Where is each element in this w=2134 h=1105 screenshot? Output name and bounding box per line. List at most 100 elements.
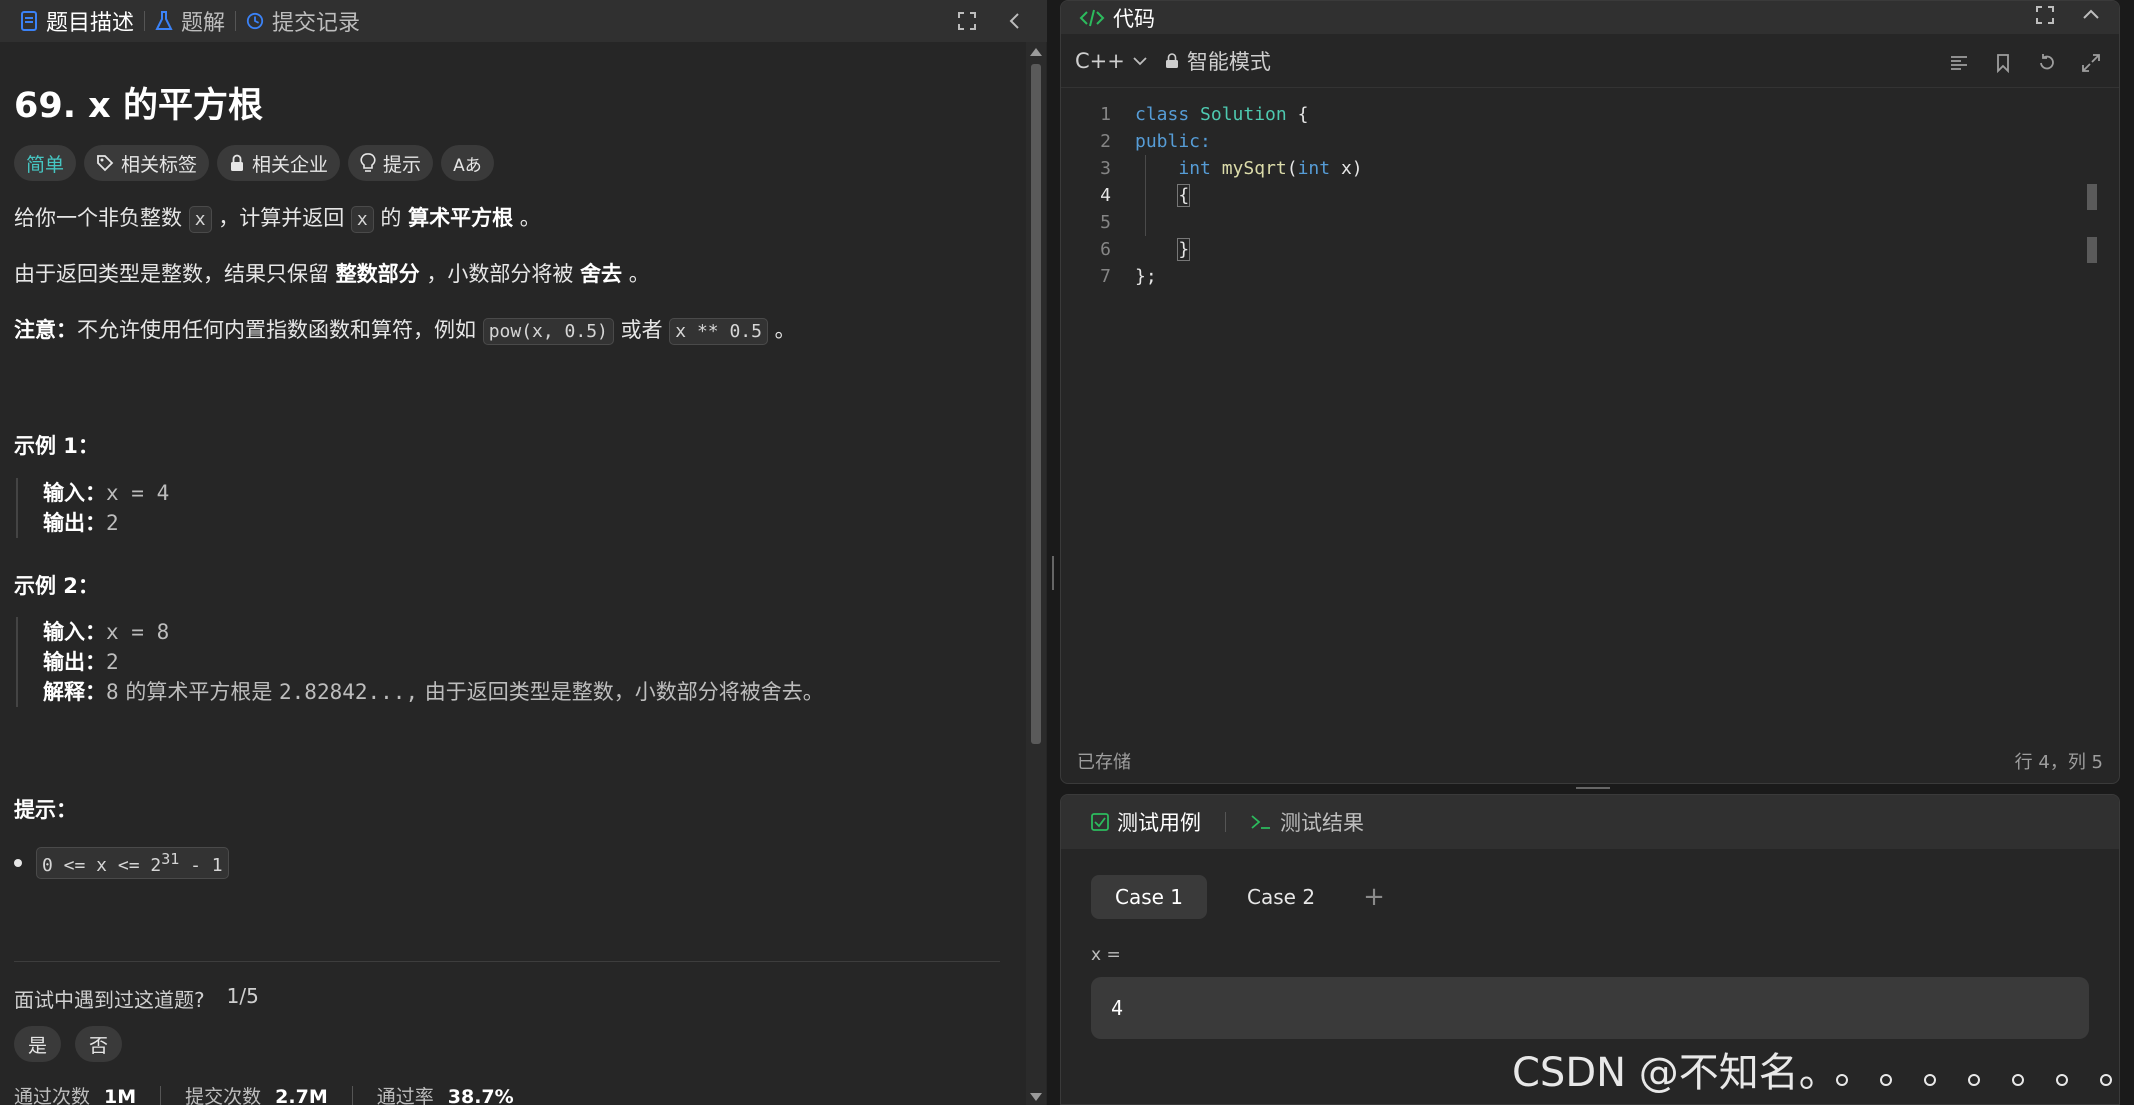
panel-actions <box>957 0 1025 42</box>
watermark-dot <box>1924 1074 1936 1086</box>
code-editor[interactable]: 1 class Solution { 2 public: 3 int mySqrt(… <box>1061 101 2101 721</box>
editor-scroll-marker[interactable] <box>2087 237 2097 263</box>
tab-testcases[interactable]: 测试用例 <box>1081 795 1211 849</box>
case-2-tab[interactable]: Case 2 <box>1223 875 1339 919</box>
scroll-down-arrow[interactable] <box>1030 1093 1042 1101</box>
input-value: x = 8 <box>106 620 170 644</box>
tab-submissions[interactable]: 提交记录 <box>236 0 370 42</box>
desc1-post: 。 <box>513 206 541 230</box>
input-label: 输入： <box>43 481 106 505</box>
fullscreen-icon[interactable] <box>2035 5 2055 25</box>
desc2-bold1: 整数部分 <box>335 262 420 286</box>
editor-actions <box>1949 53 2101 73</box>
desc1-mid: ，计算并返回 <box>211 206 351 230</box>
editor-scroll-marker[interactable] <box>2087 184 2097 210</box>
splitter-grip[interactable] <box>1052 556 1054 590</box>
hint-button[interactable]: 提示 <box>348 145 434 181</box>
explain-val: 2.82842..., <box>279 680 419 704</box>
constraint-code: 0 <= x <= 231 - 1 <box>36 847 229 879</box>
code-line: 6 } <box>1061 236 2101 263</box>
scrollbar-thumb[interactable] <box>1031 64 1041 744</box>
language-select[interactable]: C++ <box>1075 49 1147 73</box>
code-panel-header: 代码 <box>1061 1 2119 34</box>
explain-num: 8 <box>106 680 119 704</box>
code-text: } <box>1111 238 1191 261</box>
tab-solutions[interactable]: 题解 <box>145 0 235 42</box>
output-label: 输出： <box>43 511 106 535</box>
inline-code: x ** 0.5 <box>669 318 768 345</box>
explain-label: 解释： <box>43 680 106 704</box>
desc1-mid2: 的 <box>373 206 409 230</box>
code-panel-actions <box>2035 5 2101 25</box>
note-label: 注意： <box>14 318 77 342</box>
chevron-down-icon <box>1133 56 1147 65</box>
tab-divider <box>1225 812 1226 832</box>
tab-description[interactable]: 题目描述 <box>10 0 144 42</box>
desc2-pre: 由于返回类型是整数，结果只保留 <box>14 262 336 286</box>
code-line: 7}; <box>1061 263 2101 290</box>
note-mid: 或者 <box>613 318 670 342</box>
translate-icon: Aあ <box>453 155 482 176</box>
reset-icon[interactable] <box>2037 53 2057 73</box>
problem-chips: 简单 相关标签 相关企业 提示 Aあ <box>14 145 494 181</box>
variable-label: x = <box>1091 945 1121 965</box>
code-line: 1 class Solution { <box>1061 101 2101 128</box>
vertical-splitter[interactable] <box>1047 0 1059 1105</box>
collapse-left-icon[interactable] <box>1005 11 1025 31</box>
no-button[interactable]: 否 <box>75 1026 123 1062</box>
code-text: { <box>1111 184 1191 207</box>
accepted-label: 通过次数 <box>14 1086 91 1105</box>
note-paragraph: 注意：不允许使用任何内置指数函数和算符，例如 pow(x, 0.5) 或者 x … <box>14 314 796 345</box>
watermark-dot <box>2012 1074 2024 1086</box>
code-text: }; <box>1135 266 1157 287</box>
yes-button[interactable]: 是 <box>14 1026 62 1062</box>
constraint-item: 0 <= x <= 231 - 1 <box>14 847 229 879</box>
fullscreen-icon[interactable] <box>957 11 977 31</box>
output-label: 输出： <box>43 650 106 674</box>
code-rest: x) <box>1330 158 1363 179</box>
code-line: 5 <box>1061 209 2101 236</box>
function-name: mySqrt <box>1221 158 1287 179</box>
tab-submissions-label: 提交记录 <box>272 11 361 36</box>
variable-input[interactable]: 4 <box>1091 977 2089 1039</box>
splitter-grip[interactable] <box>1576 787 1610 789</box>
difficulty-badge: 简单 <box>14 145 77 181</box>
output-value: 2 <box>106 511 119 535</box>
line-number: 5 <box>1100 212 1111 233</box>
code-text: public: <box>1135 131 1211 152</box>
keyword: class <box>1135 104 1190 125</box>
expand-icon[interactable] <box>2081 53 2101 73</box>
tag-icon <box>97 155 114 172</box>
flask-icon <box>155 11 173 30</box>
related-companies-button[interactable]: 相关企业 <box>217 145 341 181</box>
editor-toolbar: C++ 智能模式 <box>1061 34 2119 88</box>
problem-scrollbar[interactable] <box>1026 42 1046 1105</box>
translate-button[interactable]: Aあ <box>441 145 494 181</box>
horizontal-splitter[interactable] <box>1060 784 2120 794</box>
watermark-dot <box>1836 1074 1848 1086</box>
chevron-up-icon[interactable] <box>2081 5 2101 25</box>
rate-value: 38.7% <box>447 1086 514 1105</box>
keyword: int <box>1178 158 1211 179</box>
language-label: C++ <box>1075 48 1125 73</box>
description-paragraph-1: 给你一个非负整数 x ，计算并返回 x 的 算术平方根 。 <box>14 202 541 233</box>
code-text: int mySqrt(int x) <box>1111 158 1363 179</box>
tab-testresult[interactable]: 测试结果 <box>1240 795 1374 849</box>
add-case-icon[interactable]: + <box>1363 882 1385 912</box>
desc2-mid: ，小数部分将被 <box>419 262 581 286</box>
line-number: 6 <box>1100 239 1111 260</box>
code-text: class Solution { <box>1111 104 1308 125</box>
indent-guide <box>1145 155 1146 236</box>
related-tags-button[interactable]: 相关标签 <box>84 145 210 181</box>
bookmark-icon[interactable] <box>1993 53 2013 73</box>
constraint-pre: 0 <= x <= 2 <box>42 855 162 876</box>
smart-mode-toggle[interactable]: 智能模式 <box>1165 46 1271 76</box>
problem-content: 69. x 的平方根 简单 相关标签 相关企业 提示 Aあ 给你一个非负整数 x… <box>14 42 1024 1105</box>
document-icon <box>21 11 37 31</box>
input-value: x = 4 <box>106 481 170 505</box>
case-1-tab[interactable]: Case 1 <box>1091 875 1208 919</box>
accepted-value: 1M <box>104 1086 137 1105</box>
interview-answers: 是 否 <box>14 1026 123 1062</box>
format-icon[interactable] <box>1949 53 1969 73</box>
scroll-up-arrow[interactable] <box>1030 48 1042 56</box>
